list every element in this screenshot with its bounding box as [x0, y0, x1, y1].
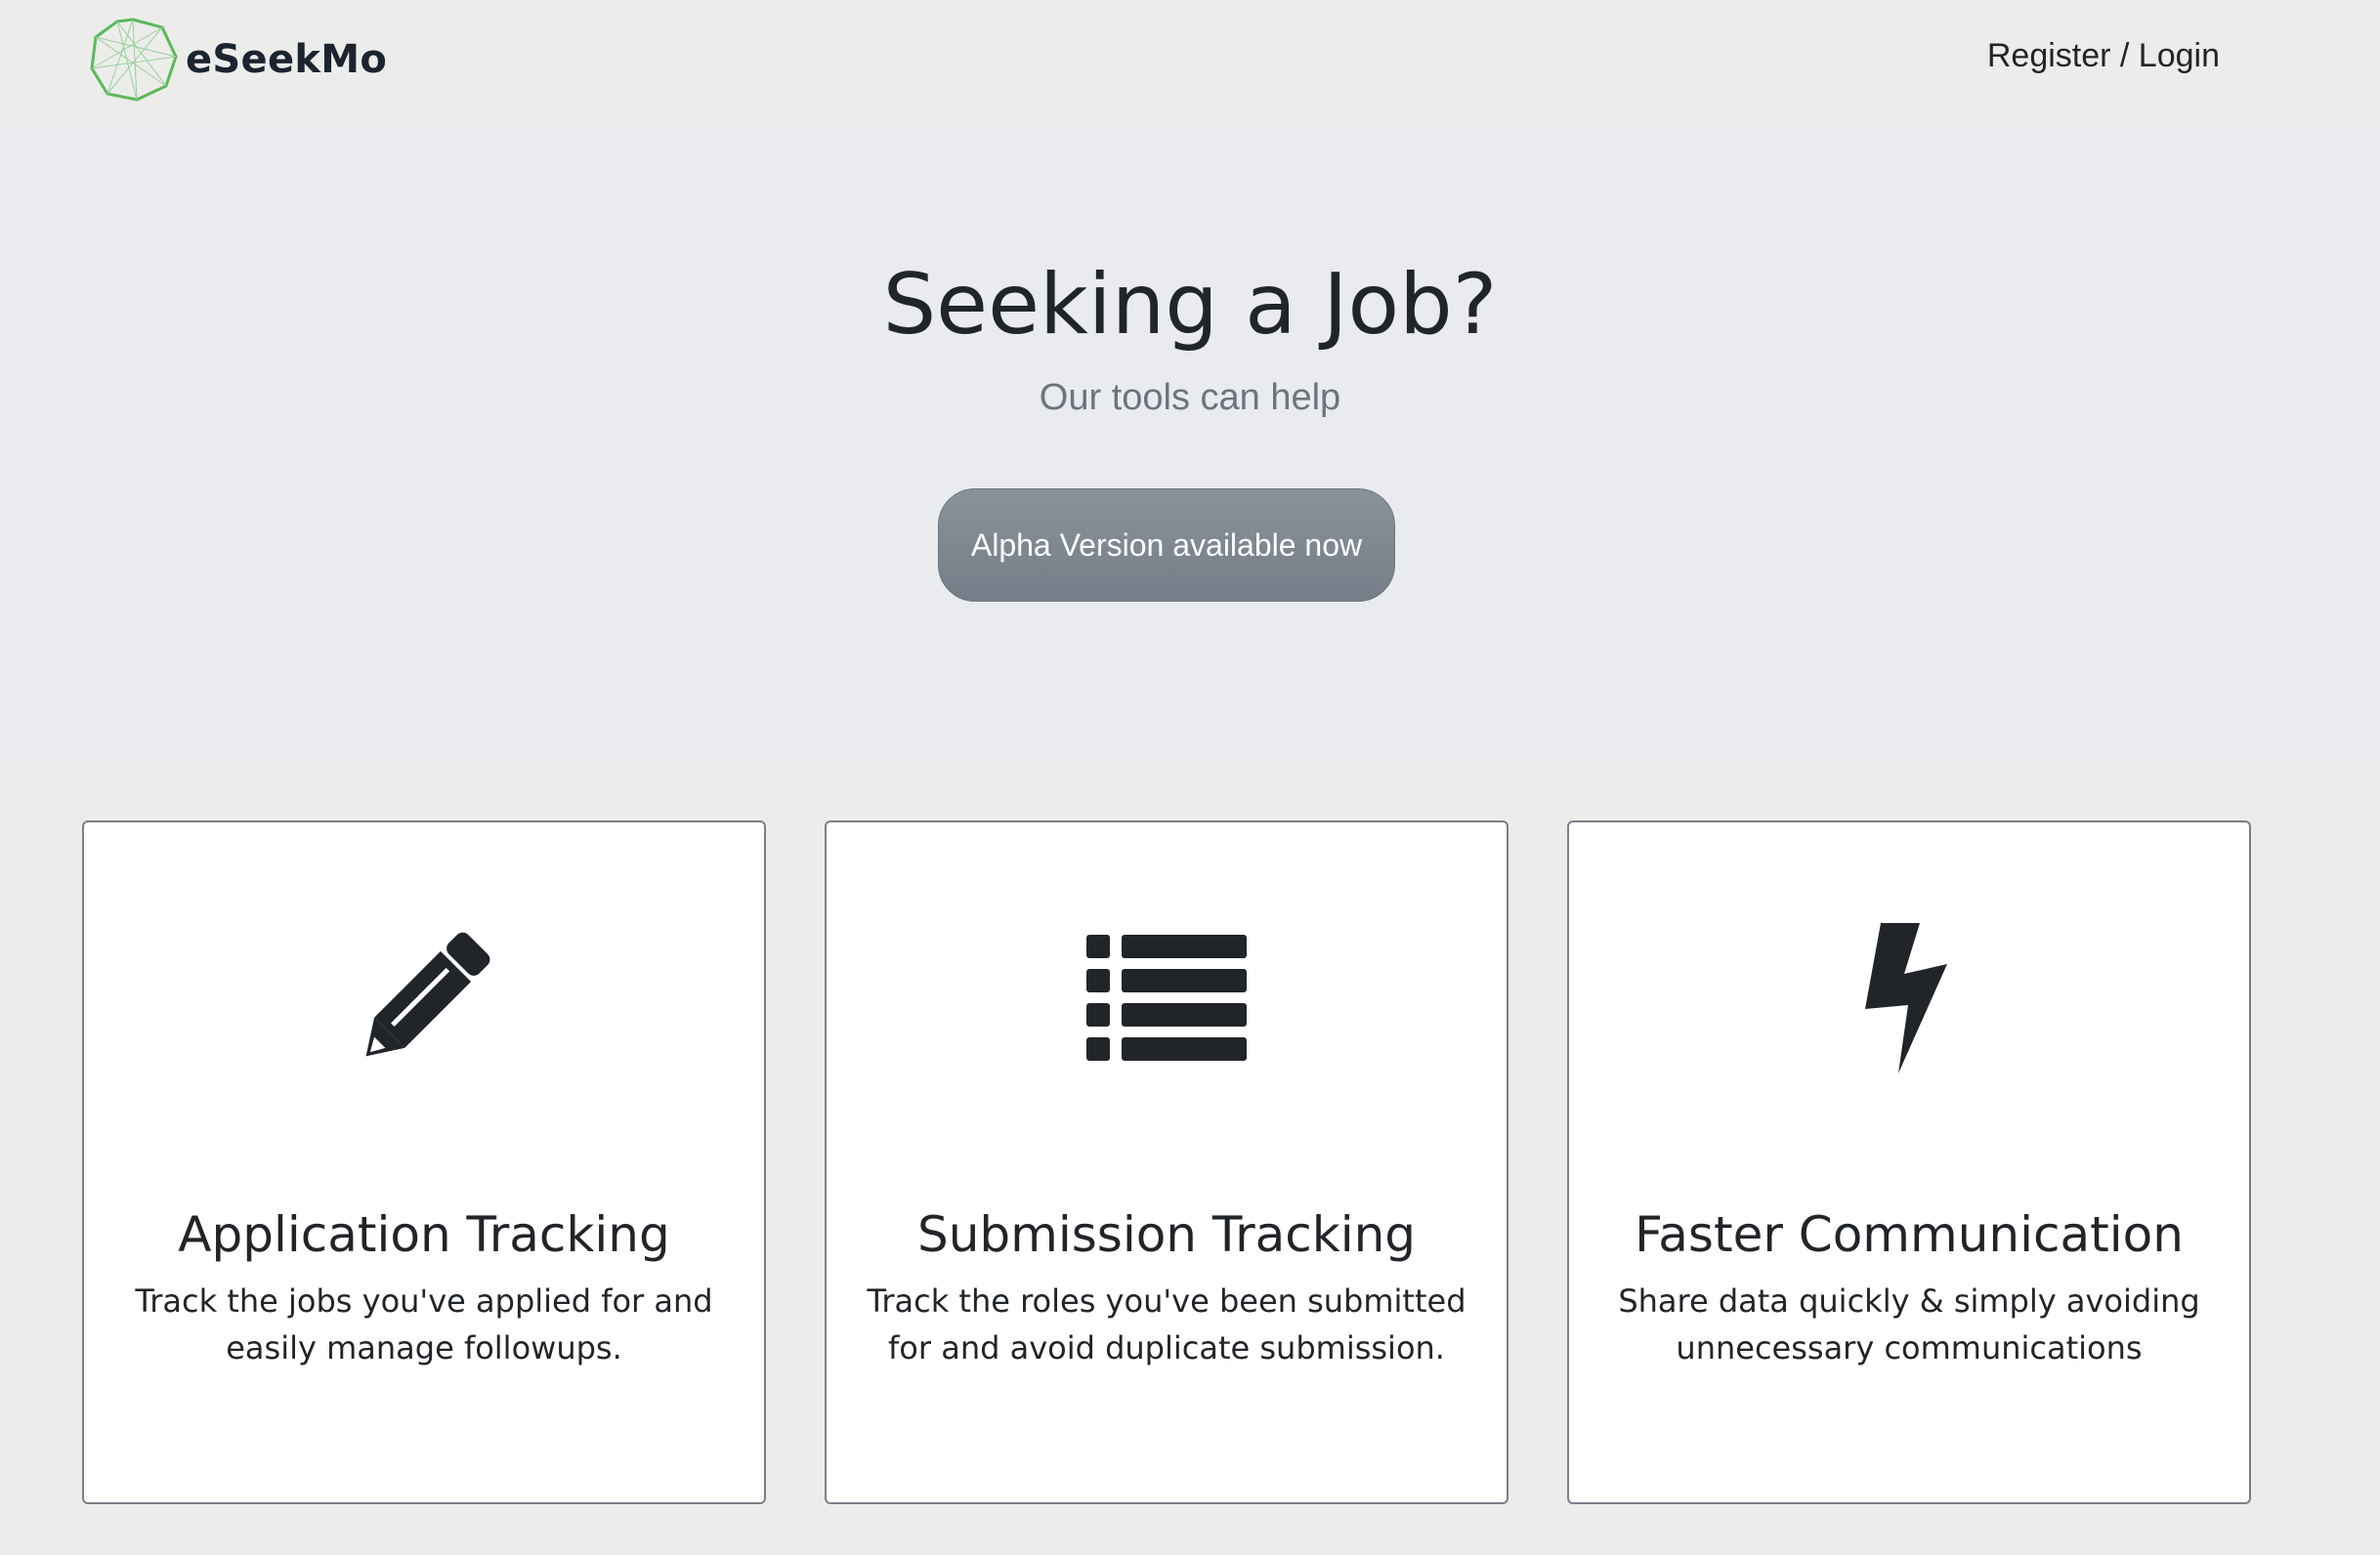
brand-name: eSeekMo	[186, 37, 388, 82]
feature-card-faster-communication: Faster Communication Share data quickly …	[1567, 820, 2251, 1504]
feature-description: Track the roles you've been submitted fo…	[867, 1282, 1466, 1366]
feature-title: Application Tracking	[178, 1206, 670, 1263]
feature-description: Track the jobs you've applied for and ea…	[135, 1282, 713, 1366]
logo-icon	[90, 18, 178, 102]
feature-title: Faster Communication	[1635, 1206, 2184, 1263]
hero-title: Seeking a Job?	[882, 256, 1498, 354]
feature-card-submission-tracking: Submission Tracking Track the roles you'…	[825, 820, 1509, 1504]
brand-link[interactable]: eSeekMo	[86, 16, 387, 104]
register-login-link[interactable]: Register / Login	[1987, 37, 2220, 75]
pencil-icon	[84, 920, 764, 1076]
bolt-icon	[1569, 920, 2249, 1076]
feature-description: Share data quickly & simply avoiding unn…	[1618, 1282, 2200, 1366]
hero-section: Seeking a Job? Our tools can help Alpha …	[0, 129, 2380, 760]
alpha-version-button[interactable]: Alpha Version available now	[938, 488, 1395, 602]
feature-card-application-tracking: Application Tracking Track the jobs you'…	[82, 820, 766, 1504]
navbar: eSeekMo Register / Login	[0, 0, 2380, 129]
feature-title: Submission Tracking	[916, 1206, 1417, 1263]
hero-subtitle: Our tools can help	[1039, 377, 1341, 418]
features-section: Application Tracking Track the jobs you'…	[0, 760, 2380, 1555]
list-icon	[827, 920, 1507, 1076]
